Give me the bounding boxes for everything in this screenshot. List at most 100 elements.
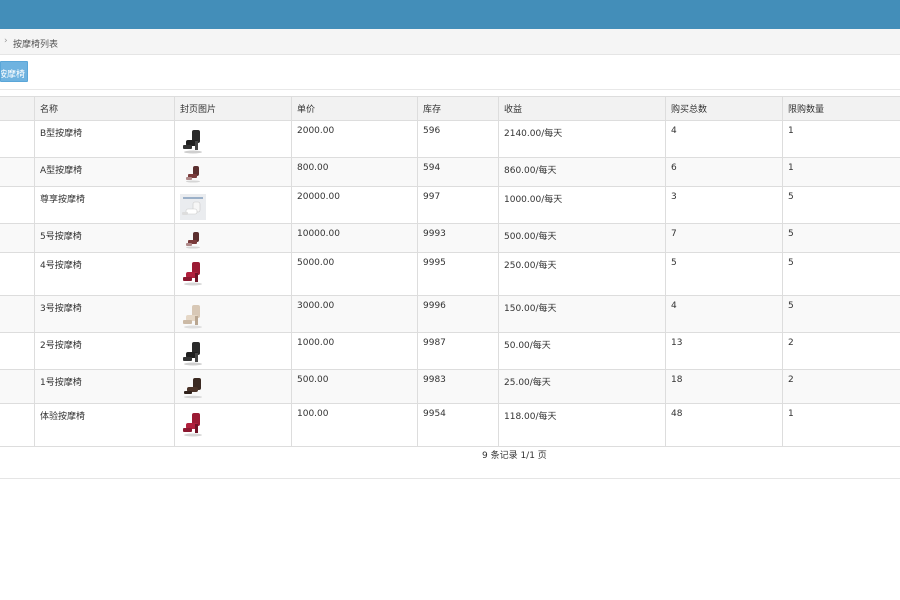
chair-income: 1000.00/每天 — [498, 186, 666, 224]
chair-purchase-limit: 5 — [782, 295, 900, 333]
chair-stock: 9954 — [417, 403, 499, 447]
chair-name: 1号按摩椅 — [34, 369, 175, 404]
chair-price: 20000.00 — [291, 186, 418, 224]
chair-income: 25.00/每天 — [498, 369, 666, 404]
chair-name: 体验按摩椅 — [34, 403, 175, 447]
chair-image — [180, 128, 291, 157]
chair-purchase-limit: 1 — [782, 120, 900, 158]
table-header-row: 名称 封页图片 单价 库存 收益 购买总数 限购数量 — [0, 96, 900, 121]
chair-image — [180, 231, 291, 252]
chair-name: 3号按摩椅 — [34, 295, 175, 333]
chair-income: 50.00/每天 — [498, 332, 666, 370]
chair-stock: 9996 — [417, 295, 499, 333]
column-header-income: 收益 — [498, 96, 666, 121]
chevron-right-icon: › — [4, 36, 8, 46]
column-header-select — [0, 96, 35, 121]
chair-total-purchases: 4 — [665, 295, 783, 333]
chair-image — [180, 165, 291, 186]
chair-income: 118.00/每天 — [498, 403, 666, 447]
cover-image-cell — [174, 157, 292, 187]
chair-income: 250.00/每天 — [498, 252, 666, 296]
chair-price: 1000.00 — [291, 332, 418, 370]
chair-stock: 9993 — [417, 223, 499, 253]
cover-image-cell — [174, 332, 292, 370]
row-select-cell — [0, 157, 35, 187]
chair-income: 500.00/每天 — [498, 223, 666, 253]
cover-image-cell — [174, 295, 292, 333]
pagination: 9 条记录 1/1 页 — [0, 443, 900, 479]
chair-purchase-limit: 1 — [782, 157, 900, 187]
chair-total-purchases: 6 — [665, 157, 783, 187]
chair-purchase-limit: 2 — [782, 332, 900, 370]
table-row: 尊享按摩椅 20000.00 997 1000.00/每天 3 5 — [0, 186, 900, 224]
chair-stock: 594 — [417, 157, 499, 187]
chair-total-purchases: 3 — [665, 186, 783, 224]
chair-stock: 596 — [417, 120, 499, 158]
chair-price: 3000.00 — [291, 295, 418, 333]
row-select-cell — [0, 403, 35, 447]
chair-purchase-limit: 2 — [782, 369, 900, 404]
cover-image-cell — [174, 403, 292, 447]
chair-price: 10000.00 — [291, 223, 418, 253]
table-row: B型按摩椅 2000.00 596 2140.00/每天 4 1 — [0, 120, 900, 158]
chair-purchase-limit: 5 — [782, 223, 900, 253]
chair-stock: 997 — [417, 186, 499, 224]
chair-price: 500.00 — [291, 369, 418, 404]
chair-image — [180, 194, 291, 223]
row-select-cell — [0, 186, 35, 224]
table-row: 5号按摩椅 10000.00 9993 500.00/每天 7 5 — [0, 223, 900, 253]
cover-image-cell — [174, 186, 292, 224]
chair-name: A型按摩椅 — [34, 157, 175, 187]
chair-total-purchases: 18 — [665, 369, 783, 404]
chair-image — [180, 260, 291, 289]
chair-name: 2号按摩椅 — [34, 332, 175, 370]
column-header-limit: 限购数量 — [782, 96, 900, 121]
chair-income: 860.00/每天 — [498, 157, 666, 187]
chair-price: 2000.00 — [291, 120, 418, 158]
pagination-summary: 9 条记录 1/1 页 — [482, 451, 547, 461]
chair-total-purchases: 5 — [665, 252, 783, 296]
row-select-cell — [0, 295, 35, 333]
divider — [0, 89, 900, 90]
table-row: 1号按摩椅 500.00 9983 25.00/每天 18 2 — [0, 369, 900, 404]
chair-image — [180, 377, 291, 402]
table-row: 2号按摩椅 1000.00 9987 50.00/每天 13 2 — [0, 332, 900, 370]
add-chair-button[interactable]: 添加按摩椅 — [0, 61, 28, 82]
chair-price: 800.00 — [291, 157, 418, 187]
chair-stock: 9987 — [417, 332, 499, 370]
cover-image-cell — [174, 369, 292, 404]
row-select-cell — [0, 369, 35, 404]
chair-image — [180, 340, 291, 369]
chair-income: 150.00/每天 — [498, 295, 666, 333]
column-header-price: 单价 — [291, 96, 418, 121]
chair-name: B型按摩椅 — [34, 120, 175, 158]
chair-total-purchases: 4 — [665, 120, 783, 158]
cover-image-cell — [174, 120, 292, 158]
chair-table: 名称 封页图片 单价 库存 收益 购买总数 限购数量 B型按摩椅 2000.00 5… — [0, 96, 900, 447]
chair-total-purchases: 48 — [665, 403, 783, 447]
column-header-name: 名称 — [34, 96, 175, 121]
table-row: 3号按摩椅 3000.00 9996 150.00/每天 4 5 — [0, 295, 900, 333]
column-header-total: 购买总数 — [665, 96, 783, 121]
table-row: 4号按摩椅 5000.00 9995 250.00/每天 5 5 — [0, 252, 900, 296]
row-select-cell — [0, 332, 35, 370]
chair-stock: 9995 — [417, 252, 499, 296]
add-chair-button-label: 添加按摩椅 — [0, 70, 25, 80]
cover-image-cell — [174, 223, 292, 253]
chair-total-purchases: 7 — [665, 223, 783, 253]
chair-name: 5号按摩椅 — [34, 223, 175, 253]
chair-name: 尊享按摩椅 — [34, 186, 175, 224]
chair-stock: 9983 — [417, 369, 499, 404]
chair-purchase-limit: 1 — [782, 403, 900, 447]
table-row: A型按摩椅 800.00 594 860.00/每天 6 1 — [0, 157, 900, 187]
chair-income: 2140.00/每天 — [498, 120, 666, 158]
breadcrumb-current: 按摩椅列表 — [13, 40, 59, 50]
chair-image — [180, 411, 291, 440]
chair-price: 5000.00 — [291, 252, 418, 296]
row-select-cell — [0, 120, 35, 158]
breadcrumb: › 按摩椅列表 — [0, 29, 900, 55]
chair-name: 4号按摩椅 — [34, 252, 175, 296]
chair-purchase-limit: 5 — [782, 252, 900, 296]
column-header-stock: 库存 — [417, 96, 499, 121]
table-row: 体验按摩椅 100.00 9954 118.00/每天 48 1 — [0, 403, 900, 447]
